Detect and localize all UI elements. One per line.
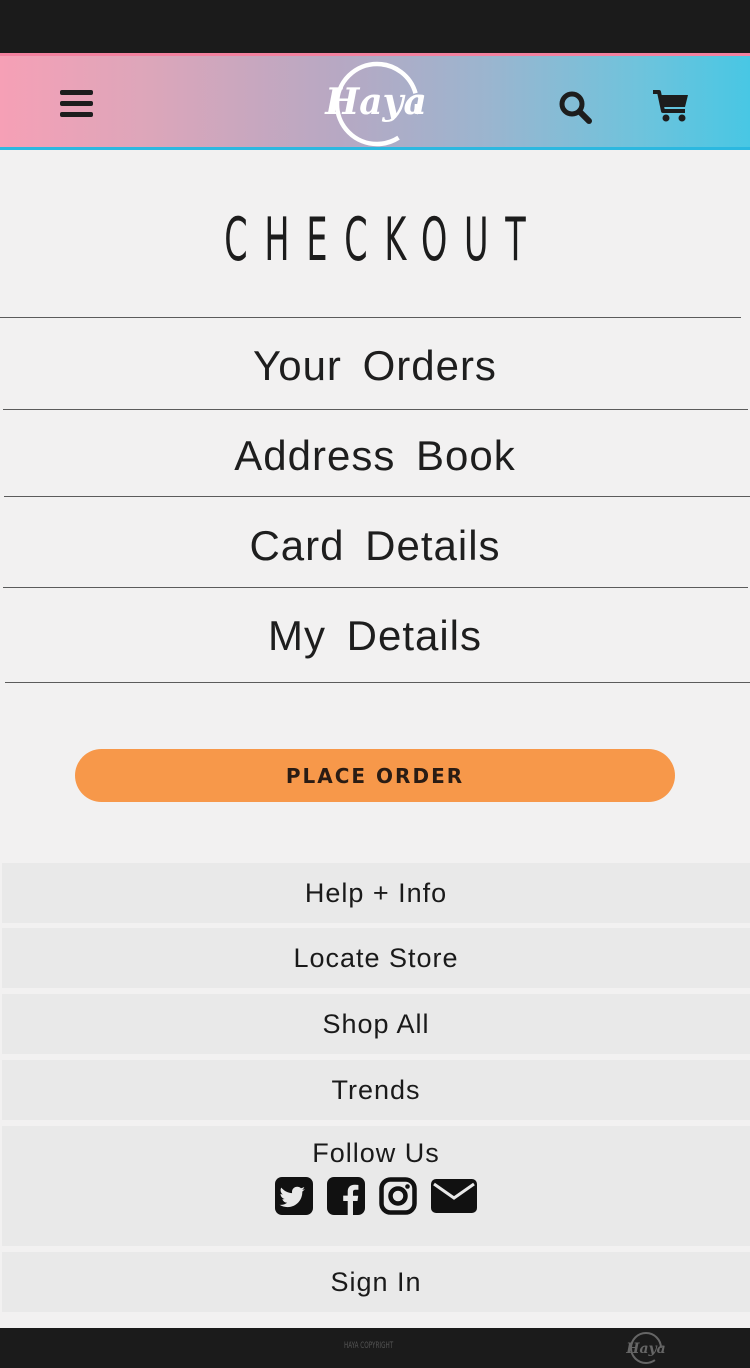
bottom-bar: HAYA COPYRIGHT Haya — [0, 1328, 750, 1368]
hamburger-menu-icon[interactable] — [60, 90, 93, 117]
svg-text:Haya: Haya — [324, 81, 427, 123]
facebook-icon[interactable] — [327, 1177, 365, 1215]
divider — [5, 682, 750, 683]
my-details-link[interactable]: My Details — [0, 612, 750, 660]
your-orders-link[interactable]: Your Orders — [0, 342, 750, 390]
footer-link-label: Trends — [331, 1075, 421, 1105]
card-details-link[interactable]: Card Details — [0, 522, 750, 570]
shopping-cart-icon[interactable] — [652, 89, 690, 123]
social-icons — [2, 1177, 750, 1215]
svg-text:Haya: Haya — [625, 1341, 666, 1357]
twitter-icon[interactable] — [275, 1177, 313, 1215]
footer-link-help-info[interactable]: Help + Info — [2, 863, 750, 923]
footer-link-label: Shop All — [322, 1009, 430, 1039]
copyright-text: HAYA COPYRIGHT — [344, 1341, 394, 1351]
site-header: Haya — [0, 53, 750, 150]
divider — [4, 496, 750, 497]
footer-link-label: Locate Store — [293, 943, 459, 973]
address-book-link[interactable]: Address Book — [0, 432, 750, 480]
instagram-icon[interactable] — [379, 1177, 417, 1215]
footer-link-locate-store[interactable]: Locate Store — [2, 928, 750, 988]
place-order-button[interactable]: PLACE ORDER — [75, 749, 675, 802]
email-icon[interactable] — [431, 1177, 477, 1215]
page-title: CHECKOUT — [224, 205, 543, 275]
sign-in-link[interactable]: Sign In — [2, 1252, 750, 1312]
footer-haya-logo[interactable]: Haya — [624, 1330, 668, 1366]
haya-logo[interactable]: Haya — [318, 58, 436, 150]
footer-link-shop-all[interactable]: Shop All — [2, 994, 750, 1054]
sign-in-label: Sign In — [330, 1267, 422, 1297]
status-bar — [0, 0, 750, 53]
divider — [3, 409, 748, 410]
divider — [0, 317, 741, 318]
search-icon[interactable] — [558, 90, 592, 124]
footer-link-trends[interactable]: Trends — [2, 1060, 750, 1120]
divider — [3, 587, 748, 588]
follow-us-section: Follow Us — [2, 1126, 750, 1246]
footer-link-label: Help + Info — [304, 878, 448, 908]
follow-us-label: Follow Us — [312, 1138, 440, 1168]
